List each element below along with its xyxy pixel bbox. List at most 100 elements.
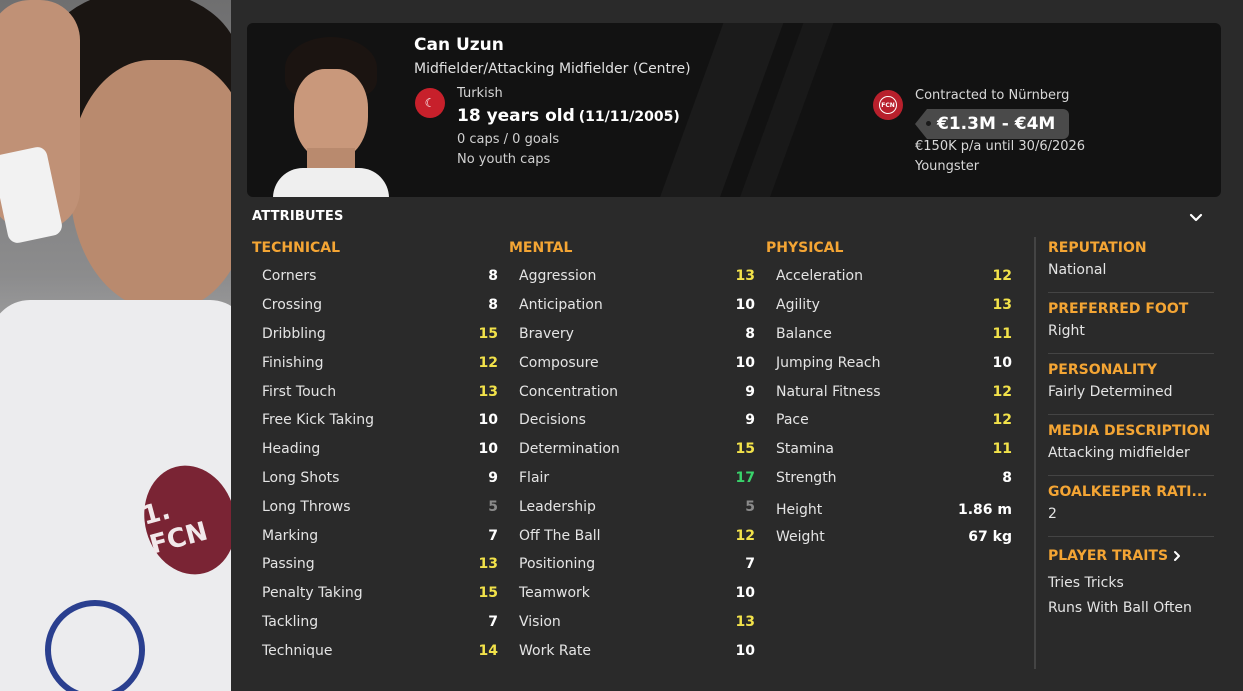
attribute-value: 12	[992, 383, 1012, 400]
attribute-label: Bravery	[519, 325, 574, 342]
attribute-row[interactable]: Passing 13	[252, 550, 504, 579]
attribute-label: Corners	[262, 268, 317, 285]
attribute-row[interactable]: Finishing 12	[252, 348, 504, 377]
chevron-down-icon[interactable]	[1188, 210, 1204, 226]
attribute-label: Finishing	[262, 354, 324, 371]
attribute-row[interactable]: Flair 17	[509, 464, 761, 493]
attribute-row[interactable]: Corners 8	[252, 262, 504, 291]
attribute-value: 13	[735, 268, 755, 285]
attribute-value: 8	[1002, 469, 1012, 486]
attribute-row[interactable]: Tackling 7	[252, 608, 504, 637]
attribute-row[interactable]: Crossing 8	[252, 291, 504, 320]
attribute-row[interactable]: Heading 10	[252, 435, 504, 464]
age-line: 18 years old (11/11/2005)	[457, 106, 680, 126]
caps: 0 caps / 0 goals	[457, 132, 560, 147]
attribute-row[interactable]: Composure 10	[509, 348, 761, 377]
attribute-row[interactable]: Jumping Reach 10	[766, 348, 1018, 377]
attribute-row[interactable]: Free Kick Taking 10	[252, 406, 504, 435]
attribute-label: Heading	[262, 441, 321, 458]
technical-column: TECHNICAL Corners 8 Crossing 8 Dribbling 15 Fi…	[252, 240, 504, 665]
youth-caps: No youth caps	[457, 152, 551, 167]
attribute-row[interactable]: Teamwork 10	[509, 579, 761, 608]
attribute-label: Dribbling	[262, 325, 326, 342]
attribute-value: 10	[735, 297, 755, 314]
physical-column: PHYSICAL Acceleration 12 Agility 13 Balance 1…	[766, 240, 1018, 550]
value-tag[interactable]: €1.3M - €4M	[915, 109, 1070, 139]
attribute-label: Stamina	[776, 441, 834, 458]
attribute-row[interactable]: Marking 7	[252, 521, 504, 550]
attribute-label: Flair	[519, 469, 550, 486]
attribute-value: 13	[992, 297, 1012, 314]
attribute-value: 14	[478, 642, 498, 659]
attribute-value: 9	[745, 412, 755, 429]
info-column: REPUTATION National PREFERRED FOOT Right…	[1048, 240, 1214, 625]
personality-block: PERSONALITY Fairly Determined	[1048, 362, 1214, 415]
attribute-row[interactable]: Leadership 5	[509, 492, 761, 521]
attribute-row[interactable]: Natural Fitness 12	[766, 377, 1018, 406]
attribute-row[interactable]: Work Rate 10	[509, 636, 761, 665]
attribute-row[interactable]: Aggression 13	[509, 262, 761, 291]
attribute-row[interactable]: Concentration 9	[509, 377, 761, 406]
shirt-crest	[45, 600, 145, 691]
attribute-label: Positioning	[519, 556, 596, 573]
preferred-foot-heading: PREFERRED FOOT	[1048, 301, 1189, 317]
attribute-row[interactable]: First Touch 13	[252, 377, 504, 406]
attribute-value: 13	[478, 383, 498, 400]
mental-heading: MENTAL	[509, 240, 573, 256]
attribute-value: 15	[478, 585, 498, 602]
attribute-value: 9	[745, 383, 755, 400]
attribute-label: Teamwork	[519, 585, 590, 602]
turkey-flag-icon[interactable]: ☾	[415, 88, 445, 118]
weight-label: Weight	[776, 528, 825, 545]
attribute-value: 8	[745, 325, 755, 342]
attribute-value: 8	[488, 268, 498, 285]
media-description-block: MEDIA DESCRIPTION Attacking midfielder	[1048, 423, 1214, 476]
attribute-row[interactable]: Acceleration 12	[766, 262, 1018, 291]
column-divider	[1034, 237, 1036, 669]
chevron-right-icon	[1174, 551, 1181, 561]
media-description-value: Attacking midfielder	[1048, 445, 1190, 461]
attribute-row[interactable]: Balance 11	[766, 320, 1018, 349]
attribute-label: First Touch	[262, 383, 337, 400]
attribute-row[interactable]: Long Throws 5	[252, 492, 504, 521]
attribute-value: 10	[735, 642, 755, 659]
attribute-row[interactable]: Anticipation 10	[509, 291, 761, 320]
contract-status: Contracted to Nürnberg	[915, 88, 1070, 103]
goalkeeper-rating-block: GOALKEEPER RATI... 2	[1048, 484, 1214, 537]
height-label: Height	[776, 501, 823, 518]
attributes-title: ATTRIBUTES	[252, 209, 344, 224]
attribute-row[interactable]: Long Shots 9	[252, 464, 504, 493]
attribute-row[interactable]: Positioning 7	[509, 550, 761, 579]
attribute-row[interactable]: Bravery 8	[509, 320, 761, 349]
attribute-label: Jumping Reach	[776, 354, 881, 371]
attribute-label: Long Throws	[262, 498, 351, 515]
attribute-row[interactable]: Decisions 9	[509, 406, 761, 435]
attribute-value: 15	[735, 441, 755, 458]
attribute-row[interactable]: Determination 15	[509, 435, 761, 464]
attribute-label: Long Shots	[262, 469, 340, 486]
attribute-value: 10	[478, 412, 498, 429]
attribute-label: Strength	[776, 469, 837, 486]
attribute-row[interactable]: Strength 8	[766, 464, 1018, 493]
personality-heading: PERSONALITY	[1048, 362, 1157, 378]
height-value: 1.86 m	[957, 501, 1012, 518]
attribute-value: 10	[735, 585, 755, 602]
height-row: Height 1.86 m	[766, 496, 1018, 523]
attribute-label: Leadership	[519, 498, 596, 515]
mental-column: MENTAL Aggression 13 Anticipation 10 Bravery…	[509, 240, 761, 665]
reputation-heading: REPUTATION	[1048, 240, 1147, 256]
attribute-value: 7	[488, 527, 498, 544]
attribute-row[interactable]: Agility 13	[766, 291, 1018, 320]
attribute-row[interactable]: Technique 14	[252, 636, 504, 665]
media-description-heading: MEDIA DESCRIPTION	[1048, 423, 1211, 439]
attribute-label: Crossing	[262, 297, 323, 314]
player-traits-link[interactable]: PLAYER TRAITS	[1048, 545, 1214, 567]
attribute-row[interactable]: Vision 13	[509, 608, 761, 637]
reputation-block: REPUTATION National	[1048, 240, 1214, 293]
attribute-row[interactable]: Penalty Taking 15	[252, 579, 504, 608]
attribute-row[interactable]: Pace 12	[766, 406, 1018, 435]
attribute-row[interactable]: Stamina 11	[766, 435, 1018, 464]
attribute-row[interactable]: Off The Ball 12	[509, 521, 761, 550]
attribute-row[interactable]: Dribbling 15	[252, 320, 504, 349]
club-crest-icon[interactable]: FCN	[873, 90, 903, 120]
